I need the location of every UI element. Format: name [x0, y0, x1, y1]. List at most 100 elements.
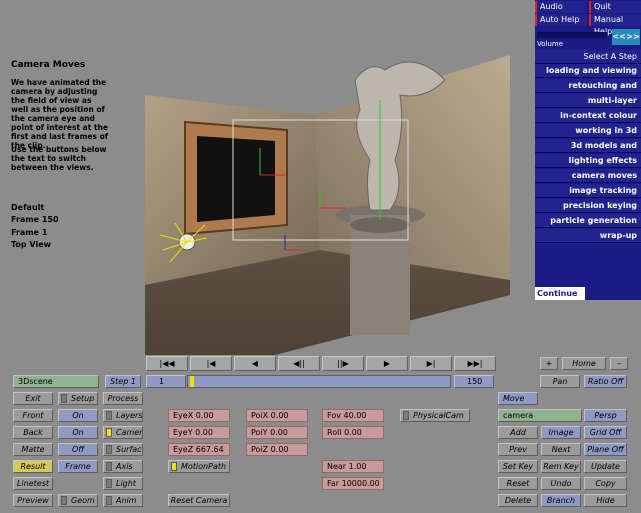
timeline-slider[interactable]	[187, 375, 451, 388]
next-key-button[interactable]: ▶|	[410, 356, 452, 371]
step-item-wrapup[interactable]: wrap-up	[535, 229, 641, 243]
branch-button[interactable]: Branch	[541, 494, 581, 507]
anim-toggle[interactable]: Anim	[103, 494, 143, 507]
play-reverse-button[interactable]: ◀	[234, 356, 276, 371]
matte-off-button[interactable]: Off	[58, 443, 98, 456]
preview-button[interactable]: Preview	[13, 494, 53, 507]
ratio-off-button[interactable]: Ratio Off	[584, 375, 627, 388]
result-frame-button[interactable]: Frame	[58, 460, 98, 473]
view-frame1-link[interactable]: Frame 1	[11, 228, 47, 237]
home-button[interactable]: Home	[562, 357, 606, 370]
physical-cam-toggle[interactable]: PhysicalCam	[400, 409, 470, 422]
rem-key-button[interactable]: Rem Key	[541, 460, 581, 473]
view-default-link[interactable]: Default	[11, 203, 44, 212]
eyey-field[interactable]: EyeY 0.00	[168, 426, 230, 439]
fov-field[interactable]: Fov 40.00	[322, 409, 384, 422]
back-on-button[interactable]: On	[58, 426, 98, 439]
axis-toggle[interactable]: Axis	[103, 460, 143, 473]
step-item-loading[interactable]: loading and viewing clips	[535, 64, 641, 89]
prev-step-button[interactable]: <<	[612, 29, 626, 45]
process-button[interactable]: Process	[103, 392, 143, 405]
step-item-3d[interactable]: working in 3d	[535, 124, 641, 138]
eyez-field[interactable]: EyeZ 667.64	[168, 443, 230, 456]
axis-checkbox[interactable]	[106, 462, 112, 471]
motion-path-toggle[interactable]: MotionPath	[168, 460, 230, 473]
layers-checkbox[interactable]	[106, 411, 112, 420]
anim-checkbox[interactable]	[106, 496, 112, 505]
camera-toggle[interactable]: Camera	[103, 426, 143, 439]
scene-name-field[interactable]: 3Dscene	[13, 375, 99, 388]
surface-toggle[interactable]: Surface	[103, 443, 143, 456]
poiz-field[interactable]: PoiZ 0.00	[246, 443, 308, 456]
set-key-button[interactable]: Set Key	[498, 460, 538, 473]
jump-end-button[interactable]: ▶▶|	[454, 356, 496, 371]
back-button[interactable]: Back	[13, 426, 53, 439]
front-button[interactable]: Front	[13, 409, 53, 422]
step-item-camera[interactable]: camera moves	[535, 169, 641, 183]
eyex-field[interactable]: EyeX 0.00	[168, 409, 230, 422]
plane-off-button[interactable]: Plane Off	[584, 443, 627, 456]
linetest-button[interactable]: Linetest	[13, 477, 53, 490]
setup-checkbox[interactable]	[61, 394, 67, 403]
step-item-lighting[interactable]: lighting effects	[535, 154, 641, 168]
reset-button[interactable]: Reset	[498, 477, 538, 490]
step-item-colour[interactable]: in-context colour correction	[535, 109, 641, 134]
light-toggle[interactable]: Light	[103, 477, 143, 490]
persp-button[interactable]: Persp	[584, 409, 627, 422]
front-on-button[interactable]: On	[58, 409, 98, 422]
poix-field[interactable]: PoiX 0.00	[246, 409, 308, 422]
physical-cam-checkbox[interactable]	[403, 411, 409, 420]
timeline-cursor[interactable]	[190, 376, 194, 387]
step-item-compositing[interactable]: multi-layer compositing	[535, 94, 641, 119]
camera-name-field[interactable]: camera	[498, 409, 582, 422]
copy-button[interactable]: Copy	[584, 477, 627, 490]
step-item-retouching[interactable]: retouching and rotoscoping	[535, 79, 641, 104]
3d-viewport[interactable]	[115, 40, 525, 355]
exit-button[interactable]: Exit	[13, 392, 53, 405]
zoom-out-button[interactable]: –	[610, 357, 628, 370]
move-button[interactable]: Move	[498, 392, 538, 405]
play-button[interactable]: ▶	[366, 356, 408, 371]
matte-button[interactable]: Matte	[13, 443, 53, 456]
setup-toggle[interactable]: Setup	[58, 392, 98, 405]
near-field[interactable]: Near 1.00	[322, 460, 384, 473]
auto-help-button[interactable]: Auto Help	[535, 14, 587, 26]
step-back-button[interactable]: ◀||	[278, 356, 320, 371]
step-item-keying[interactable]: precision keying	[535, 199, 641, 213]
step-item-tracking[interactable]: image tracking	[535, 184, 641, 198]
prev-key-button[interactable]: |◀	[190, 356, 232, 371]
layers-toggle[interactable]: Layers	[103, 409, 143, 422]
update-button[interactable]: Update	[584, 460, 627, 473]
result-button[interactable]: Result	[13, 460, 53, 473]
image-button[interactable]: Image	[541, 426, 581, 439]
zoom-in-button[interactable]: +	[540, 357, 558, 370]
step-button[interactable]: Step 1	[105, 375, 141, 388]
geom-checkbox[interactable]	[61, 496, 67, 505]
next-step-button[interactable]: >>	[626, 29, 640, 45]
next-button[interactable]: Next	[541, 443, 581, 456]
camera-checkbox[interactable]	[106, 428, 112, 437]
light-checkbox[interactable]	[106, 479, 112, 488]
geom-toggle[interactable]: Geom	[58, 494, 98, 507]
jump-start-button[interactable]: |◀◀	[146, 356, 188, 371]
add-button[interactable]: Add	[498, 426, 538, 439]
delete-button[interactable]: Delete	[498, 494, 538, 507]
grid-off-button[interactable]: Grid Off	[584, 426, 627, 439]
surface-checkbox[interactable]	[106, 445, 112, 454]
continue-button[interactable]: Continue	[535, 287, 585, 300]
hide-button[interactable]: Hide	[584, 494, 627, 507]
view-frame150-link[interactable]: Frame 150	[11, 215, 59, 224]
manual-help-button[interactable]: Manual Help	[589, 14, 641, 36]
start-frame-field[interactable]: 1	[146, 375, 186, 388]
step-item-particles[interactable]: particle generation	[535, 214, 641, 228]
motion-path-checkbox[interactable]	[171, 462, 177, 471]
audio-button[interactable]: Audio	[535, 1, 587, 13]
volume-slider[interactable]	[537, 32, 607, 38]
end-frame-field[interactable]: 150	[454, 375, 494, 388]
step-item-models[interactable]: 3d models and textures	[535, 139, 641, 164]
pan-button[interactable]: Pan	[540, 375, 580, 388]
far-field[interactable]: Far 10000.00	[322, 477, 384, 490]
undo-button[interactable]: Undo	[541, 477, 581, 490]
poiy-field[interactable]: PoiY 0.00	[246, 426, 308, 439]
roll-field[interactable]: Roll 0.00	[322, 426, 384, 439]
